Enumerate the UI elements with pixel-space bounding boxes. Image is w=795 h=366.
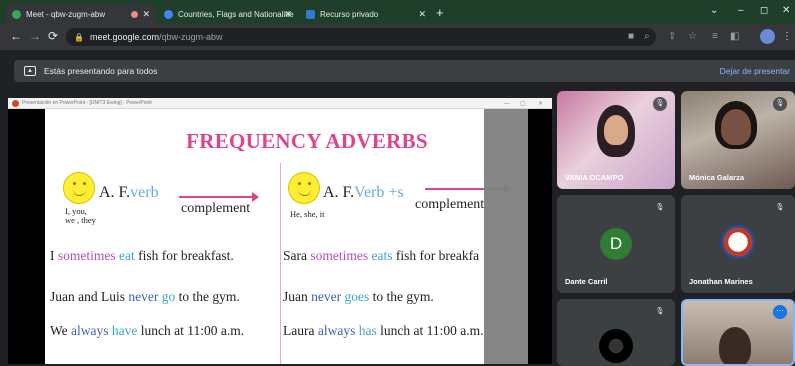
tab-title: Recurso privado (320, 9, 379, 19)
participant-tile[interactable]: 🎙 VANIA OCAMPO (557, 91, 675, 189)
powerpoint-icon (12, 100, 19, 107)
tab-countries[interactable]: Countries, Flags and Nationalitie ✕ (158, 4, 298, 24)
forward-arrow-icon[interactable]: → (29, 29, 41, 43)
back-arrow-icon[interactable]: ← (10, 29, 22, 43)
shared-window-titlebar: Presentación en PowerPoint - [UNIT3 Ewin… (8, 98, 552, 109)
close-window-icon[interactable]: ✕ (782, 5, 790, 16)
zoom-icon[interactable]: ⌕ (644, 31, 650, 42)
rule-a-verb: verb (130, 184, 159, 201)
minimize-icon[interactable]: – (738, 5, 744, 16)
participant-tile-self[interactable]: ⋯ (681, 299, 795, 366)
meet-area: ▲ Estás presentando para todos Dejar de … (0, 50, 795, 366)
rule-a: A. F.verb (99, 184, 159, 201)
close-tab-icon[interactable]: ✕ (142, 9, 150, 20)
address-bar[interactable]: 🔒 meet.google.com/qbw-zugm-abw (66, 28, 656, 46)
close-tab-icon[interactable]: ✕ (418, 9, 426, 20)
slide-letterbox-left (8, 109, 45, 364)
participant-tile[interactable]: D 🎙 Dante Carril (557, 195, 675, 293)
example-sentence: Laura always has lunch at 11:00 a.m. (283, 323, 484, 338)
mic-muted-icon: 🎙 (653, 201, 667, 215)
slide: FREQUENCY ADVERBS A. F.verb complement I… (45, 109, 528, 364)
example-sentence: Sara sometimes eats fish for breakfa (283, 248, 480, 263)
lock-icon: 🔒 (74, 32, 84, 42)
maximize-icon[interactable]: ◻ (760, 5, 768, 16)
camera-icon[interactable]: ■ (628, 31, 634, 42)
rule-b-subjects: He, she, it (290, 209, 325, 219)
rule-b: A. F.Verb +s (323, 184, 404, 201)
tab-title: Countries, Flags and Nationalitie (178, 9, 294, 19)
new-tab-button[interactable]: + (436, 5, 444, 20)
participant-avatar (599, 329, 633, 363)
example-sentence: Juan and Luis never go to the gym. (50, 289, 240, 304)
example-sentence: I sometimes eat fish for breakfast. (50, 248, 234, 263)
participant-tile[interactable]: 🎙 Mónica Galarza (681, 91, 795, 189)
shared-window-title: Presentación en PowerPoint - [UNIT3 Ewin… (22, 100, 152, 106)
stop-presenting-button[interactable]: Dejar de presentar (720, 66, 790, 76)
participant-name: Jonathan Marines (689, 277, 753, 286)
tab-recurso[interactable]: Recurso privado ✕ (300, 4, 432, 24)
bookmark-star-icon[interactable]: ☆ (688, 31, 697, 42)
slide-letterbox-right (528, 109, 552, 364)
url-host: meet.google.com (89, 32, 160, 42)
tab-search-icon[interactable]: ⌄ (710, 5, 718, 16)
tab-title: Meet - qbw-zugm-abw (26, 9, 106, 19)
mic-muted-icon: 🎙 (653, 305, 667, 319)
rule-b-complement: complement (415, 197, 485, 212)
rule-a-subjects: I, you, we , they (65, 206, 96, 225)
mic-muted-icon: 🎙 (653, 97, 667, 111)
menu-kebab-icon[interactable]: ⋮ (782, 31, 792, 42)
page-favicon-icon (306, 9, 315, 19)
arrow-icon (179, 192, 259, 202)
close-tab-icon[interactable]: ✕ (284, 9, 292, 20)
participant-video (719, 327, 751, 364)
slide-title: FREQUENCY ADVERBS (186, 129, 428, 153)
mic-muted-icon: 🎙 (773, 201, 787, 215)
present-screen-icon: ▲ (24, 66, 36, 76)
reading-list-icon[interactable]: ≡ (712, 31, 718, 42)
browser-tab-strip: Meet - qbw-zugm-abw ✕ Countries, Flags a… (0, 0, 795, 24)
presenting-text: Estás presentando para todos (44, 66, 158, 76)
participant-avatar (721, 225, 755, 259)
smiley-icon (288, 172, 320, 204)
slide-divider (280, 163, 281, 364)
participant-tile[interactable]: 🎙 (557, 299, 675, 366)
tab-meet[interactable]: Meet - qbw-zugm-abw ✕ (6, 4, 156, 24)
mic-muted-icon: 🎙 (773, 97, 787, 111)
profile-avatar[interactable] (760, 29, 775, 44)
example-sentence: We always have lunch at 11:00 a.m. (50, 323, 245, 338)
recording-icon (131, 11, 138, 18)
participant-name: VANIA OCAMPO (565, 173, 624, 182)
side-panel-icon[interactable]: ◧ (730, 31, 739, 42)
share-icon[interactable]: ⇪ (668, 31, 676, 42)
example-sentence: Juan never goes to the gym. (283, 289, 434, 304)
presenting-banner: ▲ Estás presentando para todos Dejar de … (14, 60, 795, 82)
meet-favicon-icon (12, 9, 21, 19)
slide-overlay-band (484, 109, 528, 364)
participant-avatar: D (600, 228, 632, 260)
shared-screen: Presentación en PowerPoint - [UNIT3 Ewin… (8, 98, 552, 364)
rule-a-complement: complement (181, 201, 251, 216)
participant-name: Dante Carril (565, 277, 608, 286)
more-options-icon[interactable]: ⋯ (773, 305, 787, 319)
participant-name: Mónica Galarza (689, 173, 745, 182)
rule-b-verb: Verb +s (354, 184, 404, 201)
browser-toolbar: ← → ⟳ 🔒 meet.google.com/qbw-zugm-abw ■ ⌕… (0, 24, 795, 50)
participant-tile[interactable]: 🎙 Jonathan Marines (681, 195, 795, 293)
url-path: /qbw-zugm-abw (159, 32, 223, 42)
page-favicon-icon (164, 9, 173, 19)
smiley-icon (63, 172, 95, 204)
reload-icon[interactable]: ⟳ (48, 29, 58, 43)
